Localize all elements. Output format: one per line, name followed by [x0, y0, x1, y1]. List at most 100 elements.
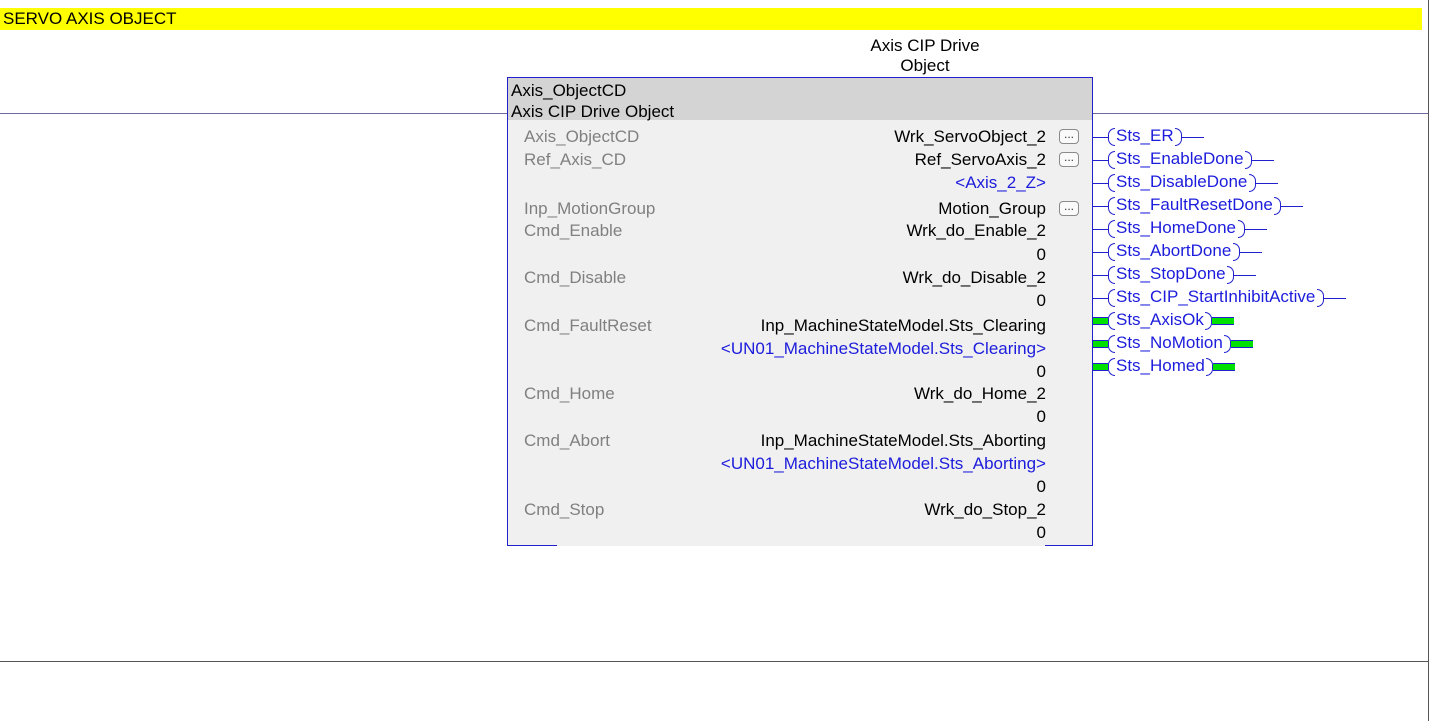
- param-name-inp-motiongroup: Inp_MotionGroup: [524, 199, 656, 218]
- coil-right-paren-sts-faultresetdone: [1274, 197, 1281, 215]
- coil-right-paren-sts-er: [1175, 128, 1182, 146]
- coil-left-wire-sts-disabledone: [1093, 183, 1108, 184]
- block-border-bottom-left: [507, 545, 557, 546]
- param-value-cmd-faultreset[interactable]: Inp_MachineStateModel.Sts_Clearing: [680, 316, 1046, 336]
- output-coil-sts-enabledone[interactable]: Sts_EnableDone: [1116, 149, 1244, 169]
- param-name-cmd-home: Cmd_Home: [524, 384, 615, 403]
- browse-button-ref-axis-cd[interactable]: ...: [1059, 151, 1079, 167]
- coil-left-paren-sts-axisok: [1108, 312, 1115, 330]
- coil-right-wire-sts-er: [1182, 137, 1204, 138]
- param-state-cmd-stop: 0: [1036, 523, 1046, 542]
- right-power-rail: [1428, 0, 1429, 721]
- coil-left-wire-sts-enabledone: [1093, 160, 1108, 161]
- param-state-cmd-enable: 0: [1036, 245, 1046, 264]
- coil-left-wire-sts-faultresetdone: [1093, 206, 1108, 207]
- output-coil-sts-er[interactable]: Sts_ER: [1116, 126, 1174, 146]
- block-header-name: Axis_ObjectCD: [511, 81, 627, 100]
- browse-button-axis-objectcd[interactable]: ...: [1059, 128, 1079, 144]
- param-value-cmd-stop[interactable]: Wrk_do_Stop_2: [730, 500, 1046, 520]
- param-name-axis-objectcd: Axis_ObjectCD: [524, 127, 640, 146]
- coil-right-wire-sts-axisok: [1212, 317, 1234, 325]
- coil-left-wire-sts-stopdone: [1093, 275, 1108, 276]
- coil-right-paren-sts-stopdone: [1227, 266, 1234, 284]
- block-border-top: [507, 77, 1093, 78]
- coil-right-wire-sts-abortdone: [1240, 252, 1262, 253]
- coil-left-wire-sts-nomotion: [1093, 340, 1108, 348]
- rung-line-left: [0, 113, 507, 114]
- rung-comment: SERVO AXIS OBJECT: [0, 8, 1422, 30]
- output-coil-sts-homed[interactable]: Sts_Homed: [1116, 356, 1205, 376]
- output-coil-sts-abortdone[interactable]: Sts_AbortDone: [1116, 241, 1231, 261]
- param-name-cmd-disable: Cmd_Disable: [524, 268, 627, 287]
- coil-right-wire-sts-disabledone: [1256, 183, 1278, 184]
- coil-right-paren-sts-homed: [1206, 358, 1213, 376]
- param-value-axis-objectcd[interactable]: Wrk_ServoObject_2: [730, 127, 1046, 147]
- coil-right-paren-sts-abortdone: [1233, 243, 1240, 261]
- coil-left-wire-sts-er: [1093, 137, 1108, 138]
- coil-left-paren-sts-homed: [1108, 358, 1115, 376]
- coil-left-paren-sts-cip-startinhibitactive: [1108, 289, 1115, 307]
- alias-cmd-abort: <UN01_MachineStateModel.Sts_Aborting>: [720, 454, 1046, 473]
- coil-left-paren-sts-enabledone: [1108, 151, 1115, 169]
- coil-right-wire-sts-cip-startinhibitactive: [1324, 298, 1346, 299]
- coil-right-wire-sts-enabledone: [1252, 160, 1274, 161]
- rung-line-right: [1092, 113, 1428, 114]
- param-value-ref-axis-cd[interactable]: Ref_ServoAxis_2: [730, 150, 1046, 170]
- param-name-ref-axis-cd: Ref_Axis_CD: [524, 150, 627, 169]
- param-name-cmd-stop: Cmd_Stop: [524, 500, 605, 519]
- param-name-cmd-faultreset: Cmd_FaultReset: [524, 316, 652, 335]
- coil-left-paren-sts-nomotion: [1108, 335, 1115, 353]
- coil-right-paren-sts-homedone: [1238, 220, 1245, 238]
- coil-left-wire-sts-cip-startinhibitactive: [1093, 298, 1108, 299]
- alias-cmd-faultreset: <UN01_MachineStateModel.Sts_Clearing>: [720, 339, 1046, 358]
- param-state-cmd-abort: 0: [1036, 477, 1046, 496]
- param-name-cmd-enable: Cmd_Enable: [524, 221, 623, 240]
- coil-left-paren-sts-disabledone: [1108, 174, 1115, 192]
- block-title-line2: Object: [900, 56, 950, 75]
- output-coil-sts-homedone[interactable]: Sts_HomeDone: [1116, 218, 1236, 238]
- block-border-bottom-right: [1045, 545, 1093, 546]
- param-state-cmd-faultreset: 0: [1036, 362, 1046, 381]
- output-coil-sts-faultresetdone[interactable]: Sts_FaultResetDone: [1116, 195, 1273, 215]
- param-name-cmd-abort: Cmd_Abort: [524, 431, 610, 450]
- aoi-instruction-block[interactable]: [507, 77, 1092, 546]
- block-border-left: [507, 77, 508, 546]
- param-value-cmd-disable[interactable]: Wrk_do_Disable_2: [730, 268, 1046, 288]
- output-coil-sts-stopdone[interactable]: Sts_StopDone: [1116, 264, 1226, 284]
- block-header-description: Axis CIP Drive Object: [511, 102, 675, 121]
- coil-right-wire-sts-faultresetdone: [1281, 206, 1303, 207]
- block-title-line1: Axis CIP Drive: [870, 36, 980, 55]
- param-state-cmd-disable: 0: [1036, 291, 1046, 310]
- coil-right-paren-sts-enabledone: [1245, 151, 1252, 169]
- coil-right-paren-sts-axisok: [1205, 312, 1212, 330]
- coil-left-paren-sts-homedone: [1108, 220, 1115, 238]
- output-coil-sts-disabledone[interactable]: Sts_DisableDone: [1116, 172, 1247, 192]
- output-coil-sts-axisok[interactable]: Sts_AxisOk: [1116, 310, 1204, 330]
- browse-button-inp-motiongroup[interactable]: ...: [1059, 200, 1079, 216]
- coil-left-wire-sts-abortdone: [1093, 252, 1108, 253]
- coil-left-wire-sts-axisok: [1093, 317, 1108, 325]
- output-coil-sts-cip-startinhibitactive[interactable]: Sts_CIP_StartInhibitActive: [1116, 287, 1315, 307]
- coil-right-paren-sts-cip-startinhibitactive: [1317, 289, 1324, 307]
- coil-left-wire-sts-homedone: [1093, 229, 1108, 230]
- param-value-cmd-abort[interactable]: Inp_MachineStateModel.Sts_Aborting: [680, 431, 1046, 451]
- alias-ref-axis-cd: <Axis_2_Z>: [955, 173, 1046, 192]
- coil-right-wire-sts-stopdone: [1234, 275, 1256, 276]
- coil-left-paren-sts-abortdone: [1108, 243, 1115, 261]
- coil-right-wire-sts-homedone: [1245, 229, 1267, 230]
- coil-left-paren-sts-faultresetdone: [1108, 197, 1115, 215]
- output-branch-connector: [1092, 137, 1093, 373]
- output-coil-sts-nomotion[interactable]: Sts_NoMotion: [1116, 333, 1223, 353]
- param-value-cmd-enable[interactable]: Wrk_do_Enable_2: [730, 221, 1046, 241]
- coil-left-paren-sts-er: [1108, 128, 1115, 146]
- coil-right-paren-sts-nomotion: [1224, 335, 1231, 353]
- rung-separator: [0, 661, 1428, 662]
- coil-left-wire-sts-homed: [1093, 363, 1108, 371]
- coil-right-wire-sts-homed: [1213, 363, 1235, 371]
- param-state-cmd-home: 0: [1036, 407, 1046, 426]
- coil-right-wire-sts-nomotion: [1231, 340, 1253, 348]
- param-value-cmd-home[interactable]: Wrk_do_Home_2: [730, 384, 1046, 404]
- coil-right-paren-sts-disabledone: [1249, 174, 1256, 192]
- param-value-inp-motiongroup[interactable]: Motion_Group: [730, 199, 1046, 219]
- coil-left-paren-sts-stopdone: [1108, 266, 1115, 284]
